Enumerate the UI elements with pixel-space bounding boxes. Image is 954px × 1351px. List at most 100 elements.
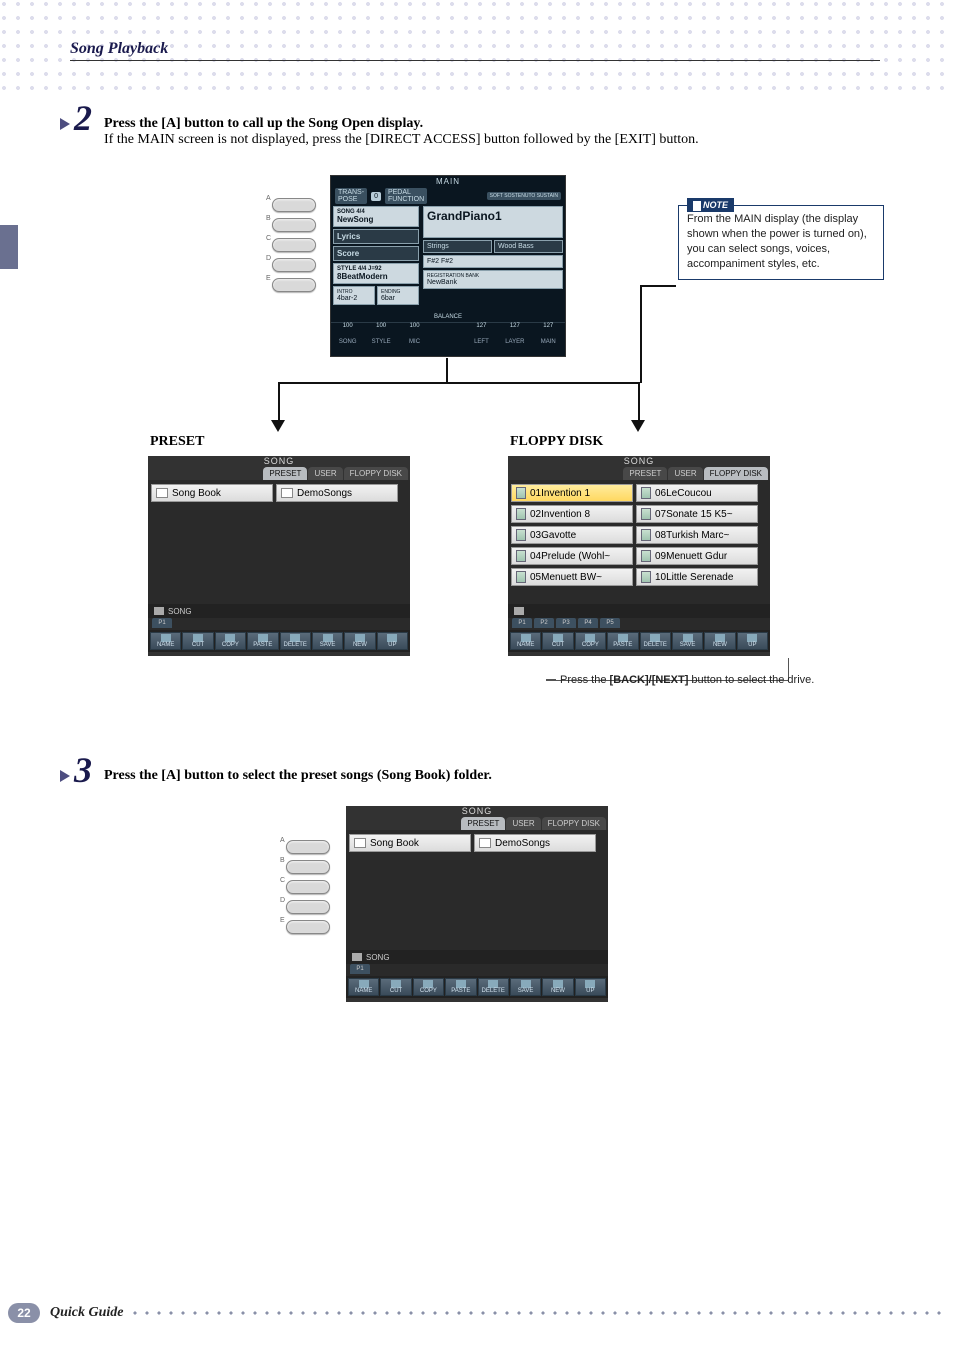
ctrl-a-button-3[interactable]: [286, 840, 330, 854]
fbtn-save[interactable]: SAVE: [312, 632, 343, 650]
preset-page-1[interactable]: P1: [152, 618, 172, 628]
floppy-footer: NAME CUT COPY PASTE DELETE SAVE NEW UP: [508, 630, 770, 652]
fbtn-new[interactable]: NEW: [704, 632, 735, 650]
fbtn-cut[interactable]: CUT: [182, 632, 213, 650]
step3-item-demosongs[interactable]: DemoSongs: [474, 834, 596, 852]
fbtn-up[interactable]: UP: [575, 978, 606, 996]
fbtn-copy[interactable]: COPY: [575, 632, 606, 650]
step3-tab-preset[interactable]: PRESET: [461, 817, 505, 830]
ctrl-c-button[interactable]: [272, 238, 316, 252]
ctrl-c-button-3[interactable]: [286, 880, 330, 894]
floppy-tab-preset[interactable]: PRESET: [623, 467, 667, 480]
floppy-page-5[interactable]: P5: [600, 618, 620, 628]
fbtn-up[interactable]: UP: [737, 632, 768, 650]
fbtn-save[interactable]: SAVE: [510, 978, 541, 996]
score-card: Score: [333, 246, 419, 261]
ctrl-e-button-3[interactable]: [286, 920, 330, 934]
floppy-item-03[interactable]: 03Gavotte: [511, 526, 633, 544]
fbtn-name[interactable]: NAME: [150, 632, 181, 650]
ctrl-a-button[interactable]: [272, 198, 316, 212]
song-file-icon: [641, 487, 651, 499]
floppy-item-02[interactable]: 02Invention 8: [511, 505, 633, 523]
folder-icon: [154, 607, 164, 615]
ctrl-b-button[interactable]: [272, 218, 316, 232]
fbtn-paste[interactable]: PASTE: [607, 632, 638, 650]
fbtn-name[interactable]: NAME: [348, 978, 379, 996]
step-2-text: Press the [A] button to call up the Song…: [104, 100, 699, 148]
step3-song-browser: SONG PRESET USER FLOPPY DISK Song Book D…: [346, 806, 608, 1002]
flow-left-v: [278, 382, 280, 422]
preset-tab-floppy[interactable]: FLOPPY DISK: [344, 467, 408, 480]
fbtn-paste[interactable]: PASTE: [247, 632, 278, 650]
step3-footer: NAME CUT COPY PASTE DELETE SAVE NEW UP: [346, 976, 608, 998]
pedal-icons: SOFT SOSTENUTO SUSTAIN: [487, 192, 561, 200]
step-2-row: 2 Press the [A] button to call up the So…: [60, 100, 894, 148]
preset-tab-preset[interactable]: PRESET: [263, 467, 307, 480]
step3-tab-floppy[interactable]: FLOPPY DISK: [542, 817, 606, 830]
flow-right-v: [638, 382, 640, 422]
step3-tab-user[interactable]: USER: [506, 817, 540, 830]
grand-piano-card: GrandPiano1: [423, 206, 563, 238]
step3-page-1[interactable]: P1: [350, 964, 370, 974]
ctrl-c-label: C: [266, 235, 271, 242]
floppy-page-2[interactable]: P2: [534, 618, 554, 628]
folder-icon: [156, 488, 168, 498]
step3-item-songbook[interactable]: Song Book: [349, 834, 471, 852]
ctrl-b-button-3[interactable]: [286, 860, 330, 874]
ctrl-e-button[interactable]: [272, 278, 316, 292]
floppy-item-08[interactable]: 08Turkish Marc~: [636, 526, 758, 544]
preset-item-songbook[interactable]: Song Book: [151, 484, 273, 502]
fbtn-delete[interactable]: DELETE: [280, 632, 311, 650]
floppy-item-07[interactable]: 07Sonate 15 K5~: [636, 505, 758, 523]
floppy-tab-floppy[interactable]: FLOPPY DISK: [704, 467, 768, 480]
floppy-item-05[interactable]: 05Menuett BW~: [511, 568, 633, 586]
preset-item-demosongs[interactable]: DemoSongs: [276, 484, 398, 502]
step-3-number: 3: [74, 752, 92, 788]
fbtn-new[interactable]: NEW: [542, 978, 573, 996]
floppy-item-01[interactable]: 01Invention 1: [511, 484, 633, 502]
fbtn-cut[interactable]: CUT: [380, 978, 411, 996]
fbtn-up[interactable]: UP: [377, 632, 408, 650]
folder-icon: [479, 838, 491, 848]
fbtn-paste[interactable]: PASTE: [445, 978, 476, 996]
floppy-heading: FLOPPY DISK: [510, 434, 603, 450]
ctrl-d-label-3: D: [280, 897, 285, 904]
floppy-page-4[interactable]: P4: [578, 618, 598, 628]
step-2-line2: If the MAIN screen is not displayed, pre…: [104, 132, 699, 147]
lcd-status-row: TRANS-POSE 0 PEDALFUNCTION SOFT SOSTENUT…: [331, 188, 565, 204]
floppy-tab-user[interactable]: USER: [668, 467, 702, 480]
step-3-marker: 3 Press the [A] button to select the pre…: [60, 752, 894, 788]
floppy-item-04[interactable]: 04Prelude (Wohl~: [511, 547, 633, 565]
preset-tab-user[interactable]: USER: [308, 467, 342, 480]
folder-icon: [354, 838, 366, 848]
ctrl-d-button[interactable]: [272, 258, 316, 272]
fbtn-delete[interactable]: DELETE: [478, 978, 509, 996]
step-2-line1: Press the [A] button to call up the Song…: [104, 116, 423, 131]
fbtn-save[interactable]: SAVE: [672, 632, 703, 650]
preset-path-row: SONG: [148, 604, 410, 618]
floppy-item-06[interactable]: 06LeCoucou: [636, 484, 758, 502]
side-tab-marker: [0, 225, 18, 269]
fbtn-delete[interactable]: DELETE: [640, 632, 671, 650]
fbtn-new[interactable]: NEW: [344, 632, 375, 650]
preset-footer: NAME CUT COPY PASTE DELETE SAVE NEW UP: [148, 630, 410, 652]
arrow-down-right-icon: [631, 420, 645, 432]
floppy-page-3[interactable]: P3: [556, 618, 576, 628]
ctrl-d-button-3[interactable]: [286, 900, 330, 914]
fbtn-copy[interactable]: COPY: [413, 978, 444, 996]
page-footer: 22 Quick Guide: [0, 1303, 954, 1323]
style-card: STYLE 4/4 J=928BeatModern: [333, 263, 419, 284]
floppy-item-09[interactable]: 09Menuett Gdur: [636, 547, 758, 565]
fbtn-copy[interactable]: COPY: [215, 632, 246, 650]
ctrl-b-label-3: B: [280, 857, 285, 864]
fbtn-name[interactable]: NAME: [510, 632, 541, 650]
leader-end-marker: [546, 679, 556, 681]
note-callout: NOTE From the MAIN display (the display …: [678, 205, 884, 280]
floppy-title: SONG: [624, 456, 655, 466]
flow-horiz: [278, 382, 640, 384]
floppy-item-10[interactable]: 10Little Serenade: [636, 568, 758, 586]
step3-title: SONG: [462, 806, 493, 816]
floppy-page-1[interactable]: P1: [512, 618, 532, 628]
fbtn-cut[interactable]: CUT: [542, 632, 573, 650]
lcd-title: MAIN: [331, 176, 565, 188]
